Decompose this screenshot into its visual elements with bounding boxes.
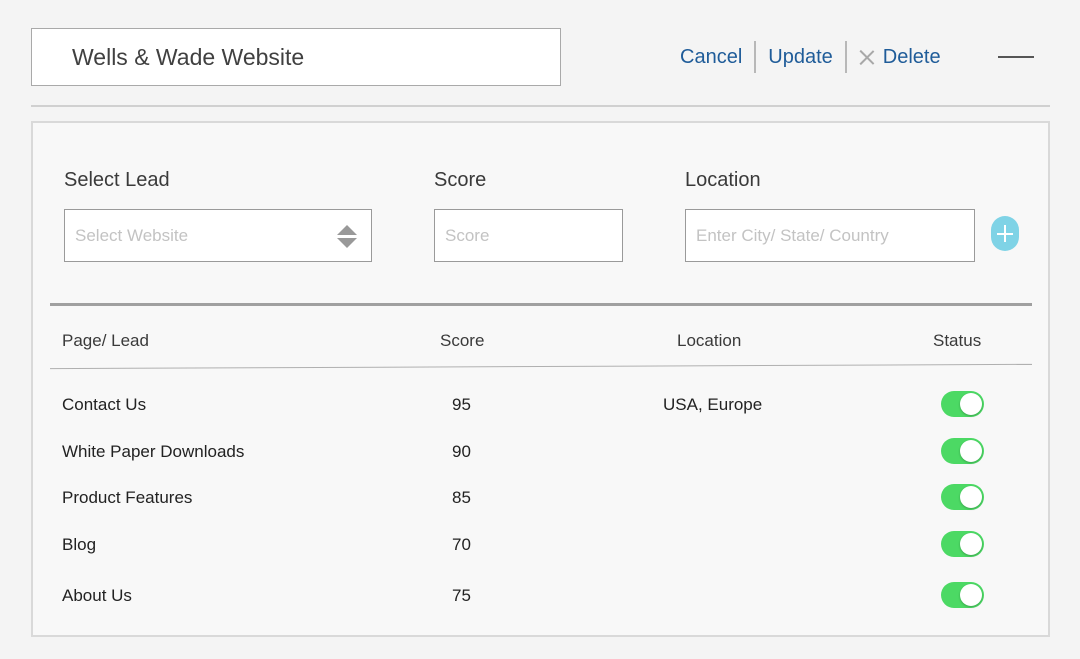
cancel-button[interactable]: Cancel <box>668 41 754 73</box>
toggle-knob <box>960 486 982 508</box>
header-actions: Cancel Update Delete <box>668 41 953 73</box>
score-input[interactable]: Score <box>434 209 623 262</box>
status-toggle[interactable] <box>941 531 984 557</box>
delete-button[interactable]: Delete <box>847 41 953 73</box>
minimize-icon[interactable] <box>998 56 1034 58</box>
status-toggle[interactable] <box>941 484 984 510</box>
row-page: White Paper Downloads <box>62 442 245 461</box>
score-label: Score <box>434 169 487 191</box>
row-page: Product Features <box>62 488 193 507</box>
column-header-score: Score <box>440 331 485 350</box>
sort-arrows-icon <box>337 225 357 249</box>
website-title-text: Wells & Wade Website <box>72 43 305 70</box>
plus-icon[interactable] <box>991 216 1019 251</box>
column-header-status: Status <box>933 331 982 350</box>
toggle-knob <box>960 393 982 415</box>
score-placeholder: Score <box>445 225 490 245</box>
toggle-knob <box>960 440 982 462</box>
status-toggle[interactable] <box>941 582 984 608</box>
close-icon <box>859 49 875 65</box>
row-page: Contact Us <box>62 395 147 414</box>
toggle-knob <box>960 584 982 606</box>
header-divider <box>31 105 1050 107</box>
row-page: About Us <box>62 586 132 605</box>
column-header-location: Location <box>677 331 742 350</box>
table-header-divider <box>50 363 1032 370</box>
row-score: 70 <box>452 535 471 554</box>
page: Wells & Wade Website Cancel Update Delet… <box>0 0 1080 659</box>
toggle-knob <box>960 533 982 555</box>
select-website-placeholder: Select Website <box>75 225 189 245</box>
location-input[interactable]: Enter City/ State/ Country <box>685 209 975 262</box>
website-title[interactable]: Wells & Wade Website <box>31 28 561 86</box>
column-header-page: Page/ Lead <box>62 331 149 350</box>
row-page: Blog <box>62 535 97 554</box>
status-toggle[interactable] <box>941 391 984 417</box>
row-score: 90 <box>452 442 471 461</box>
row-score: 75 <box>452 586 471 605</box>
delete-label: Delete <box>882 45 941 68</box>
row-location: USA, Europe <box>663 395 763 414</box>
row-score: 85 <box>452 488 471 507</box>
status-toggle[interactable] <box>941 438 984 464</box>
row-score: 95 <box>452 395 471 414</box>
form-divider <box>50 303 1032 306</box>
location-label: Location <box>685 169 761 191</box>
location-placeholder: Enter City/ State/ Country <box>696 225 889 245</box>
lead-panel: Select Lead Score Location Select Websit… <box>31 121 1050 637</box>
select-lead-label: Select Lead <box>64 169 170 191</box>
update-button[interactable]: Update <box>756 41 845 73</box>
select-website-dropdown[interactable]: Select Website <box>64 209 372 262</box>
